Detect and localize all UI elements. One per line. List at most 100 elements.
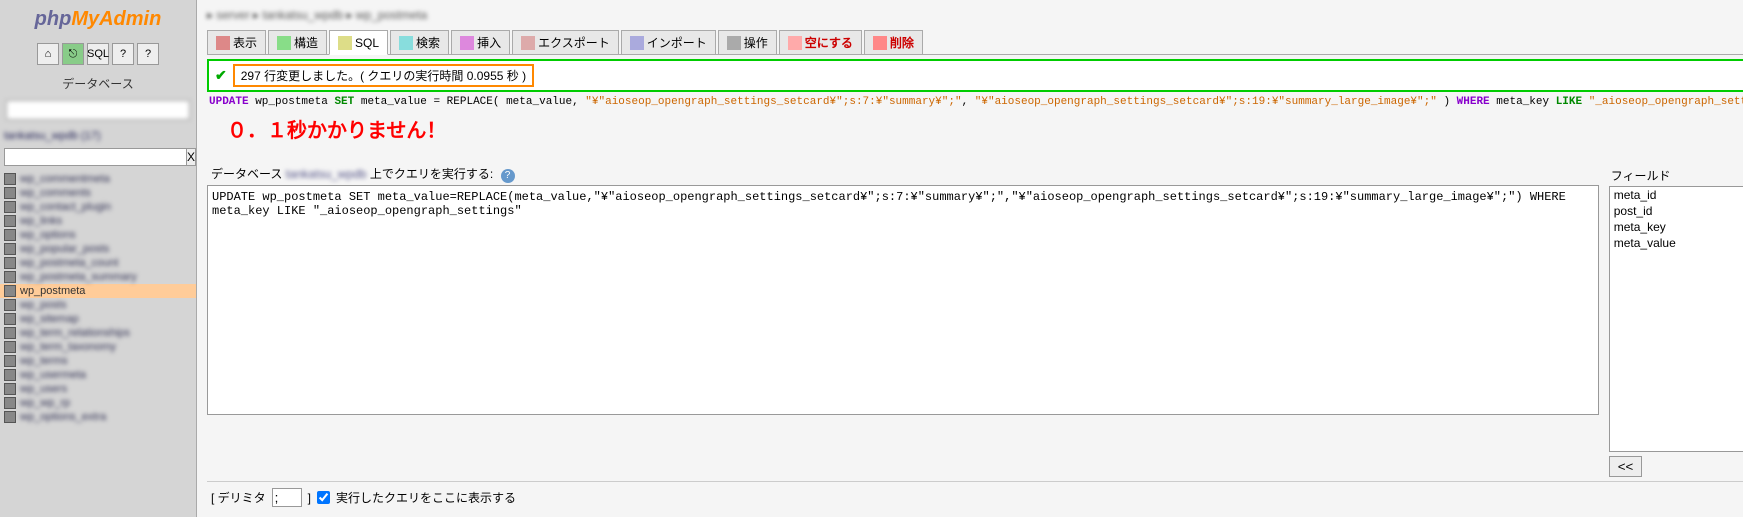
table-item-wp_popular_posts[interactable]: wp_popular_posts (0, 242, 196, 256)
home-icon[interactable]: ⌂ (37, 43, 59, 65)
tab-label: SQL (355, 36, 379, 50)
database-select[interactable] (6, 100, 190, 120)
table-item-wp_commentmeta[interactable]: wp_commentmeta (0, 172, 196, 186)
delimiter-input[interactable] (272, 488, 302, 507)
table-item-wp_comments[interactable]: wp_comments (0, 186, 196, 200)
delimiter-label-close: ] (308, 491, 311, 505)
help-icon[interactable]: ? (501, 169, 515, 183)
table-item-wp_options_extra[interactable]: wp_options_extra (0, 410, 196, 424)
table-icon (4, 327, 16, 339)
tab-insert[interactable]: 挿入 (451, 30, 510, 54)
table-icon (4, 173, 16, 185)
tab-sql[interactable]: SQL (329, 30, 388, 55)
tab-operations[interactable]: 操作 (718, 30, 777, 54)
table-item-wp_posts[interactable]: wp_posts (0, 298, 196, 312)
table-item-wp_term_relationships[interactable]: wp_term_relationships (0, 326, 196, 340)
table-label: wp_links (20, 215, 62, 227)
table-item-wp_usermeta[interactable]: wp_usermeta (0, 368, 196, 382)
table-tree: wp_commentmetawp_commentswp_contact_plug… (0, 170, 196, 517)
field-item-meta_value[interactable]: meta_value (1610, 235, 1743, 251)
import-icon (630, 36, 644, 50)
field-item-post_id[interactable]: post_id (1610, 203, 1743, 219)
sql-query-textarea[interactable] (207, 185, 1599, 415)
fields-listbox[interactable]: meta_idpost_idmeta_keymeta_value (1609, 186, 1743, 452)
query-fieldset-label: データベース tankatsu_wpdb 上でクエリを実行する: ? (207, 165, 1599, 183)
show-query-checkbox-label: 実行したクエリをここに表示する (336, 489, 516, 506)
sql-icon (338, 36, 352, 50)
table-label: wp_term_taxonomy (20, 341, 116, 353)
table-item-wp_options[interactable]: wp_options (0, 228, 196, 242)
table-icon (4, 397, 16, 409)
table-label: wp_term_relationships (20, 327, 130, 339)
table-icon (4, 229, 16, 241)
tab-browse[interactable]: 表示 (207, 30, 266, 54)
table-item-wp_contact_plugin[interactable]: wp_contact_plugin (0, 200, 196, 214)
logo[interactable]: phpMyAdmin (0, 0, 196, 39)
docs-icon[interactable]: ? (112, 43, 134, 65)
tab-import[interactable]: インポート (621, 30, 716, 54)
exit-icon[interactable]: ⎋ (62, 43, 84, 65)
table-icon (4, 285, 16, 297)
tab-search[interactable]: 検索 (390, 30, 449, 54)
tab-label: 検索 (416, 34, 440, 51)
annotation-overlay: ０．１秒かかりません！ (207, 112, 1743, 145)
search-icon (399, 36, 413, 50)
clear-filter-button[interactable]: X (187, 148, 196, 166)
table-icon (4, 313, 16, 325)
insert-field-button[interactable]: << (1609, 456, 1643, 477)
tab-label: エクスポート (538, 34, 610, 51)
table-icon (4, 383, 16, 395)
check-icon: ✔ (215, 67, 227, 84)
table-item-wp_sitemap[interactable]: wp_sitemap (0, 312, 196, 326)
logo-my: My (71, 8, 99, 30)
success-message-bar: ✔ 297 行変更しました。( クエリの実行時間 0.0955 秒 ) (207, 59, 1743, 92)
table-icon (4, 369, 16, 381)
table-item-wp_links[interactable]: wp_links (0, 214, 196, 228)
tab-label: インポート (647, 34, 707, 51)
table-label: wp_postmeta_summary (20, 271, 137, 283)
main-panel: ▸ server ▸ tankatsu_wpdb ▸ wp_postmeta 表… (197, 0, 1743, 517)
field-item-meta_key[interactable]: meta_key (1610, 219, 1743, 235)
sidebar: phpMyAdmin ⌂ ⎋ SQL ? ? データベース tankatsu_w… (0, 0, 197, 517)
table-label: wp_postmeta (20, 285, 85, 297)
delimiter-label-open: [ デリミタ (211, 489, 266, 506)
table-label: wp_comments (20, 187, 91, 199)
breadcrumb[interactable]: ▸ server ▸ tankatsu_wpdb ▸ wp_postmeta (207, 4, 1743, 30)
table-label: wp_wp_rp (20, 397, 70, 409)
table-icon (4, 187, 16, 199)
field-item-meta_id[interactable]: meta_id (1610, 187, 1743, 203)
tab-structure[interactable]: 構造 (268, 30, 327, 54)
fields-label: フィールド (1609, 165, 1743, 186)
table-item-wp_terms[interactable]: wp_terms (0, 354, 196, 368)
database-label: データベース (0, 69, 196, 98)
table-label: wp_posts (20, 299, 66, 311)
table-label: wp_sitemap (20, 313, 79, 325)
table-label: wp_usermeta (20, 369, 86, 381)
tab-export[interactable]: エクスポート (512, 30, 619, 54)
table-label: wp_terms (20, 355, 68, 367)
tab-empty[interactable]: 空にする (779, 30, 862, 54)
show-query-checkbox[interactable] (317, 491, 330, 504)
table-item-wp_term_taxonomy[interactable]: wp_term_taxonomy (0, 340, 196, 354)
tab-drop[interactable]: 削除 (864, 30, 923, 54)
table-icon (4, 355, 16, 367)
sql-icon[interactable]: SQL (87, 43, 109, 65)
table-item-wp_wp_rp[interactable]: wp_wp_rp (0, 396, 196, 410)
tab-label: 削除 (890, 34, 914, 51)
table-item-wp_postmeta_count[interactable]: wp_postmeta_count (0, 256, 196, 270)
table-icon (4, 341, 16, 353)
table-filter-input[interactable] (4, 148, 187, 166)
table-item-wp_users[interactable]: wp_users (0, 382, 196, 396)
table-item-wp_postmeta[interactable]: wp_postmeta (0, 284, 196, 298)
table-icon (4, 201, 16, 213)
logo-admin: Admin (99, 8, 161, 30)
help-icon[interactable]: ? (137, 43, 159, 65)
tab-label: 操作 (744, 34, 768, 51)
table-icon (4, 215, 16, 227)
table-item-wp_postmeta_summary[interactable]: wp_postmeta_summary (0, 270, 196, 284)
success-message-text: 297 行変更しました。( クエリの実行時間 0.0955 秒 ) (233, 64, 534, 87)
table-icon (4, 271, 16, 283)
drop-icon (873, 36, 887, 50)
browse-icon (216, 36, 230, 50)
current-database[interactable]: tankatsu_wpdb (17) (4, 130, 192, 142)
